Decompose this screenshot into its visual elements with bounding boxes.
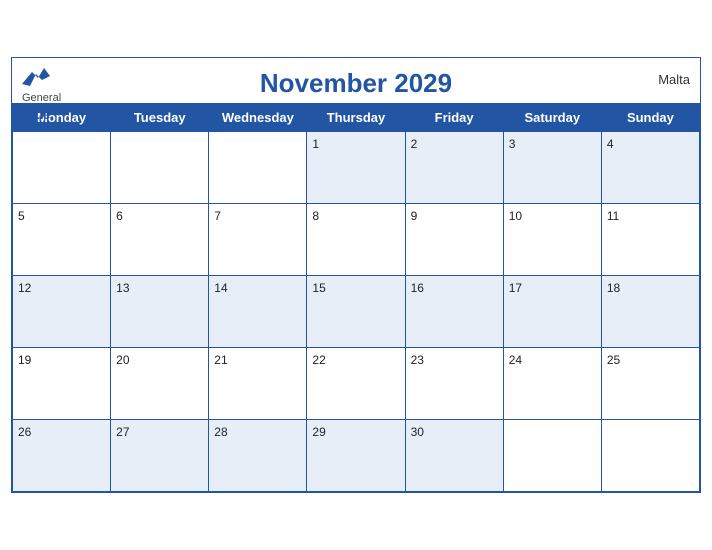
- calendar-day: 21: [209, 348, 307, 420]
- weekday-header-wednesday: Wednesday: [209, 104, 307, 132]
- calendar-day: 1: [307, 132, 405, 204]
- day-number: 29: [312, 425, 325, 439]
- calendar-day: 10: [503, 204, 601, 276]
- calendar-day: [601, 420, 699, 492]
- day-number: 25: [607, 353, 620, 367]
- calendar-day: 6: [111, 204, 209, 276]
- day-number: 17: [509, 281, 522, 295]
- day-number: 24: [509, 353, 522, 367]
- calendar-day: 22: [307, 348, 405, 420]
- calendar-day: 13: [111, 276, 209, 348]
- brand-general-text: General: [22, 92, 61, 104]
- calendar-header: General Blue November 2029 Malta: [12, 58, 700, 103]
- calendar-day: 24: [503, 348, 601, 420]
- brand-logo-icon: [22, 66, 50, 88]
- calendar-day: 11: [601, 204, 699, 276]
- day-number: 2: [411, 137, 418, 151]
- day-number: 20: [116, 353, 129, 367]
- day-number: 23: [411, 353, 424, 367]
- day-number: 5: [18, 209, 25, 223]
- day-number: 3: [509, 137, 516, 151]
- calendar-table: MondayTuesdayWednesdayThursdayFridaySatu…: [12, 103, 700, 492]
- calendar-day: 2: [405, 132, 503, 204]
- calendar-day: 23: [405, 348, 503, 420]
- calendar-day: 20: [111, 348, 209, 420]
- calendar-day: 28: [209, 420, 307, 492]
- calendar-week-row: 19 20 21 22 23 24 25: [13, 348, 700, 420]
- calendar-day: [209, 132, 307, 204]
- calendar-day: 4: [601, 132, 699, 204]
- day-number: 19: [18, 353, 31, 367]
- weekday-header-row: MondayTuesdayWednesdayThursdayFridaySatu…: [13, 104, 700, 132]
- calendar-day: 12: [13, 276, 111, 348]
- calendar-day: [111, 132, 209, 204]
- calendar-day: 14: [209, 276, 307, 348]
- calendar-day: 18: [601, 276, 699, 348]
- weekday-header-thursday: Thursday: [307, 104, 405, 132]
- calendar-day: 29: [307, 420, 405, 492]
- brand-blue-text: Blue: [22, 107, 50, 122]
- day-number: 4: [607, 137, 614, 151]
- weekday-header-tuesday: Tuesday: [111, 104, 209, 132]
- day-number: 6: [116, 209, 123, 223]
- weekday-header-sunday: Sunday: [601, 104, 699, 132]
- calendar-title: November 2029: [28, 68, 684, 99]
- calendar-day: 26: [13, 420, 111, 492]
- calendar-day: 17: [503, 276, 601, 348]
- day-number: 11: [607, 209, 619, 223]
- day-number: 12: [18, 281, 31, 295]
- calendar-day: 16: [405, 276, 503, 348]
- day-number: 15: [312, 281, 325, 295]
- calendar-day: 30: [405, 420, 503, 492]
- day-number: 9: [411, 209, 418, 223]
- calendar-day: 19: [13, 348, 111, 420]
- calendar-day: [503, 420, 601, 492]
- day-number: 28: [214, 425, 227, 439]
- calendar: General Blue November 2029 Malta MondayT…: [11, 57, 701, 493]
- calendar-day: 5: [13, 204, 111, 276]
- day-number: 7: [214, 209, 221, 223]
- day-number: 30: [411, 425, 424, 439]
- brand: General Blue: [22, 66, 61, 124]
- calendar-day: 9: [405, 204, 503, 276]
- day-number: 22: [312, 353, 325, 367]
- day-number: 18: [607, 281, 620, 295]
- day-number: 27: [116, 425, 129, 439]
- calendar-country: Malta: [658, 72, 690, 87]
- calendar-week-row: 26 27 28 29 30: [13, 420, 700, 492]
- day-number: 13: [116, 281, 129, 295]
- calendar-week-row: 12 13 14 15 16 17 18: [13, 276, 700, 348]
- day-number: 1: [312, 137, 319, 151]
- calendar-day: 25: [601, 348, 699, 420]
- day-number: 26: [18, 425, 31, 439]
- calendar-day: 7: [209, 204, 307, 276]
- day-number: 21: [214, 353, 227, 367]
- calendar-day: 8: [307, 204, 405, 276]
- calendar-day: 3: [503, 132, 601, 204]
- calendar-week-row: 1 2 3 4: [13, 132, 700, 204]
- day-number: 16: [411, 281, 424, 295]
- day-number: 14: [214, 281, 227, 295]
- calendar-day: 27: [111, 420, 209, 492]
- weekday-header-friday: Friday: [405, 104, 503, 132]
- calendar-week-row: 5 6 7 8 9 10 11: [13, 204, 700, 276]
- day-number: 10: [509, 209, 522, 223]
- calendar-day: [13, 132, 111, 204]
- calendar-day: 15: [307, 276, 405, 348]
- weekday-header-saturday: Saturday: [503, 104, 601, 132]
- day-number: 8: [312, 209, 319, 223]
